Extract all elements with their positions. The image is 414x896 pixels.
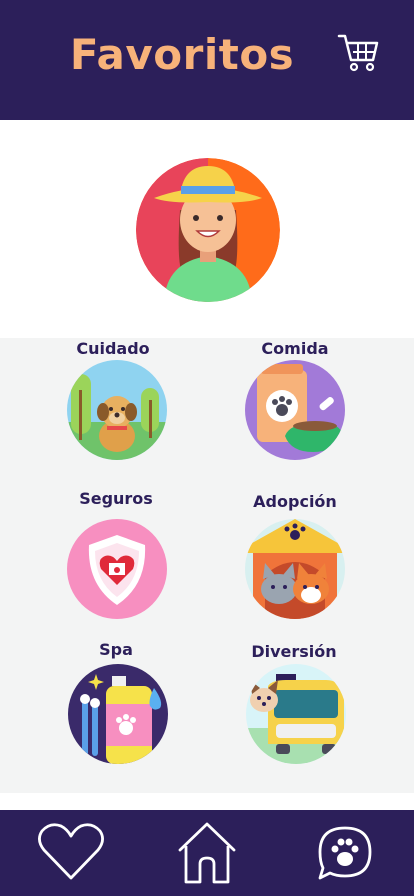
app-header: Favoritos bbox=[0, 0, 414, 120]
profile-avatar[interactable] bbox=[136, 158, 280, 302]
category-comida-button[interactable] bbox=[245, 360, 345, 460]
nav-favorites-button[interactable] bbox=[36, 820, 106, 886]
category-grid bbox=[0, 338, 414, 793]
category-spa-button[interactable] bbox=[68, 664, 168, 764]
nav-home-button[interactable] bbox=[172, 820, 242, 886]
heart-icon bbox=[38, 823, 104, 880]
dog-park-icon bbox=[67, 360, 167, 460]
paw-chat-icon bbox=[318, 826, 372, 880]
home-icon bbox=[178, 822, 236, 884]
insurance-shield-icon bbox=[67, 519, 167, 619]
pet-taxi-icon bbox=[246, 664, 346, 764]
adoption-house-icon bbox=[245, 519, 345, 619]
category-label-cuidado: Cuidado bbox=[76, 339, 150, 358]
category-diversion-button[interactable] bbox=[246, 664, 346, 764]
category-seguros-button[interactable] bbox=[67, 519, 167, 619]
category-label-diversion: Diversión bbox=[251, 642, 337, 661]
category-adopcion-button[interactable] bbox=[245, 519, 345, 619]
category-label-comida: Comida bbox=[261, 339, 329, 358]
nav-pets-button[interactable] bbox=[310, 820, 380, 886]
pet-shampoo-icon bbox=[68, 664, 168, 764]
category-label-adopcion: Adopción bbox=[253, 492, 337, 511]
woman-with-hat-avatar bbox=[136, 158, 280, 302]
category-cuidado-button[interactable] bbox=[67, 360, 167, 460]
pet-food-icon bbox=[245, 360, 345, 460]
category-label-seguros: Seguros bbox=[79, 489, 153, 508]
category-label-spa: Spa bbox=[99, 640, 133, 659]
cart-icon[interactable] bbox=[336, 30, 380, 74]
bottom-navigation bbox=[0, 810, 414, 896]
page-title: Favoritos bbox=[69, 30, 295, 79]
